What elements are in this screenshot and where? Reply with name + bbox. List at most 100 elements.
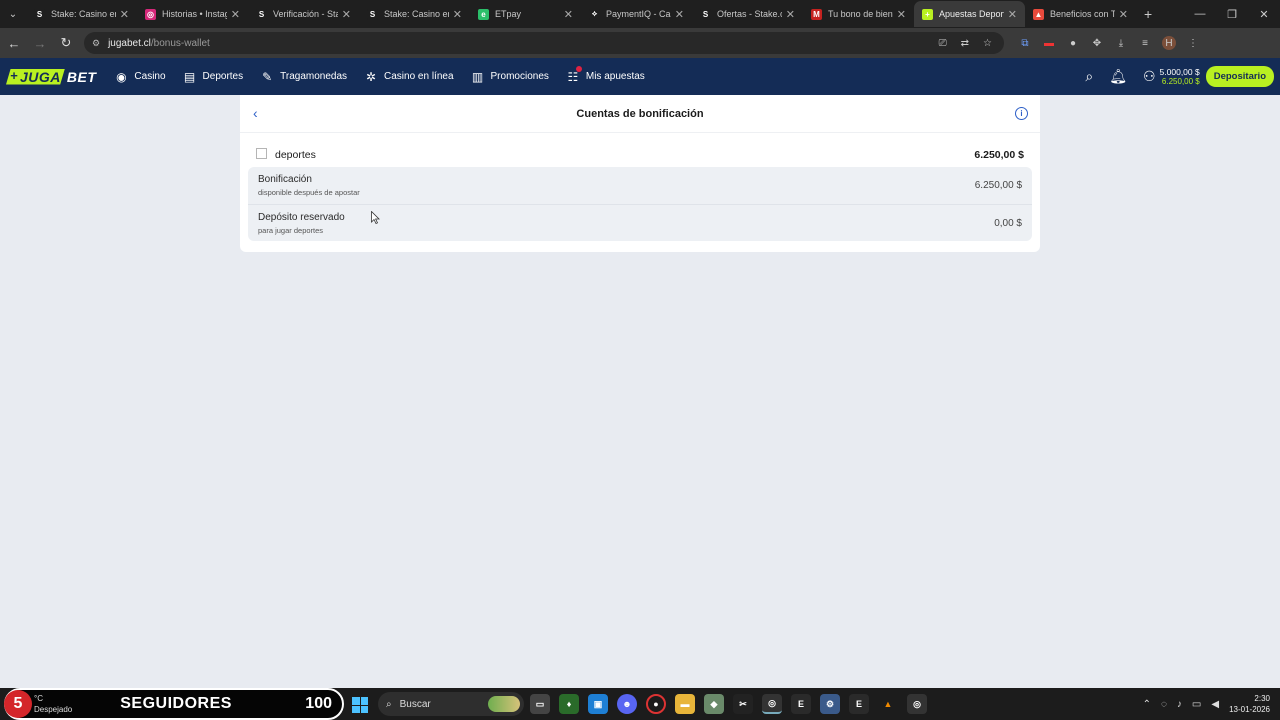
browser-tab[interactable]: ◎ Historias • Instagr ✕ xyxy=(137,1,248,27)
app-fire-icon[interactable]: ♦ xyxy=(559,694,579,714)
chrome-2-icon[interactable]: ◎ xyxy=(907,694,927,714)
wallet-row-value: 0,00 $ xyxy=(994,217,1022,229)
tab-close-icon[interactable]: ✕ xyxy=(675,8,684,21)
page-title: Cuentas de bonificación xyxy=(576,107,704,120)
media-control-icon[interactable]: ≡ xyxy=(1138,36,1152,50)
card-header: ‹ Cuentas de bonificación i xyxy=(240,95,1040,133)
wallet-row-labels: Depósito reservado para jugar deportes xyxy=(258,212,345,235)
restore-icon[interactable]: ❐ xyxy=(1216,0,1248,28)
red-extension-icon[interactable]: ▬ xyxy=(1042,36,1056,50)
tray-chevron-icon[interactable]: ⌃ xyxy=(1143,699,1151,710)
volume-icon[interactable]: ◀ xyxy=(1211,699,1219,710)
deposit-button[interactable]: Depositario xyxy=(1205,66,1274,87)
tab-title: Historias • Instagr xyxy=(162,9,227,19)
balance-main: 5.000,00 $ xyxy=(1159,67,1200,77)
browser-menu-icon[interactable]: ⋮ xyxy=(1186,36,1200,50)
minimize-icon[interactable]: — xyxy=(1184,0,1216,28)
wallet-details: Bonificación disponible después de aposta… xyxy=(248,167,1032,241)
nav-item-deportes[interactable]: ▤ Deportes xyxy=(183,70,243,84)
tab-close-icon[interactable]: ✕ xyxy=(786,8,795,21)
chrome-icon[interactable]: ◎ xyxy=(762,694,782,714)
install-app-icon[interactable]: ⎚ xyxy=(939,38,947,49)
url-path: /bonus-wallet xyxy=(150,37,210,49)
tab-close-icon[interactable]: ✕ xyxy=(1119,8,1128,21)
wallet-row-sublabel: para jugar deportes xyxy=(258,225,324,235)
logo-part-a: JUGA xyxy=(6,68,65,85)
taskbar-search[interactable]: ⌕ Buscar xyxy=(378,692,524,716)
capcut-icon[interactable]: ✂ xyxy=(733,694,753,714)
weather-widget[interactable]: °C Despejado xyxy=(34,693,72,715)
profile-avatar[interactable]: H xyxy=(1162,36,1176,50)
network-icon[interactable]: ▭ xyxy=(1192,699,1201,710)
site-info-icon[interactable]: ⚙ xyxy=(92,38,100,49)
opera-icon[interactable]: ● xyxy=(646,694,666,714)
task-view-icon[interactable]: ▭ xyxy=(530,694,550,714)
extensions-puzzle-icon[interactable]: ✥ xyxy=(1090,36,1104,50)
tab-close-icon[interactable]: ✕ xyxy=(1008,8,1017,21)
bell-icon[interactable]: 🔔︎ xyxy=(1109,68,1127,85)
back-icon[interactable]: ← xyxy=(2,36,26,51)
store-icon[interactable]: ▣ xyxy=(588,694,608,714)
bookmark-star-icon[interactable]: ☆ xyxy=(983,38,992,49)
nav-item-label: Mis apuestas xyxy=(585,71,645,82)
tab-close-icon[interactable]: ✕ xyxy=(564,8,573,21)
close-window-icon[interactable]: ✕ xyxy=(1248,0,1280,28)
nav-item-casino[interactable]: ◉ Casino xyxy=(114,70,165,84)
window-controls: — ❐ ✕ xyxy=(1184,0,1280,28)
tab-favicon-icon: ▲ xyxy=(1033,8,1044,20)
info-icon[interactable]: i xyxy=(1015,107,1028,120)
balance[interactable]: 5.000,00 $ 6.250,00 $ xyxy=(1160,67,1200,86)
browser-tab[interactable]: M Tu bono de bienv ✕ xyxy=(803,1,914,27)
settings-gear-icon[interactable]: ⚙ xyxy=(820,694,840,714)
back-arrow-icon[interactable]: ‹ xyxy=(253,105,258,121)
browser-tab[interactable]: S Ofertas - Stake.co ✕ xyxy=(692,1,803,27)
tray-app-icon[interactable]: ◌ xyxy=(1161,699,1167,710)
address-bar[interactable]: ⚙ jugabet.cl/bonus-wallet ⎚ ⇄ ☆ xyxy=(84,32,1004,54)
shield-app-icon[interactable]: ◆ xyxy=(704,694,724,714)
circle-extension-icon[interactable]: ● xyxy=(1066,36,1080,50)
translator-extension-icon[interactable]: ⧉ xyxy=(1018,36,1032,50)
tab-close-icon[interactable]: ✕ xyxy=(342,8,351,21)
tab-close-icon[interactable]: ✕ xyxy=(120,8,129,21)
tab-close-icon[interactable]: ✕ xyxy=(231,8,240,21)
nav-item-tragamonedas[interactable]: ✎ Tragamonedas xyxy=(260,70,347,84)
tab-close-icon[interactable]: ✕ xyxy=(453,8,462,21)
vlc-icon[interactable]: ▲ xyxy=(878,694,898,714)
reload-icon[interactable]: ↻ xyxy=(54,35,78,51)
tab-title: ETpay xyxy=(495,9,522,19)
download-icon[interactable]: ⤓ xyxy=(1114,36,1128,50)
search-glass-icon: ⌕ xyxy=(386,698,392,710)
user-icon[interactable]: ⚇ xyxy=(1143,68,1156,85)
browser-tab[interactable]: ▲ Beneficios con Ta ✕ xyxy=(1025,1,1136,27)
windows-start-icon[interactable] xyxy=(352,697,368,713)
nav-item-promociones[interactable]: ▥ Promociones xyxy=(471,70,549,84)
tab-favicon-icon: e xyxy=(478,8,489,20)
jugabet-logo[interactable]: JUGABET xyxy=(6,68,96,85)
browser-tab[interactable]: + Apuestas Deporti ✕ xyxy=(914,1,1025,27)
search-icon[interactable]: ⌕ xyxy=(1085,68,1093,85)
clock[interactable]: 2:30 13-01-2026 xyxy=(1229,693,1270,715)
browser-tab[interactable]: S Stake: Casino en l ✕ xyxy=(26,1,137,27)
nav-item-casino-en-línea[interactable]: ✲ Casino en línea xyxy=(364,70,454,84)
tab-search-icon[interactable]: ⌄ xyxy=(0,1,26,27)
tab-favicon-icon: ⟡ xyxy=(589,8,600,20)
microphone-icon[interactable]: ♪ xyxy=(1177,699,1182,710)
epic-games-icon[interactable]: E xyxy=(791,694,811,714)
browser-tab[interactable]: S Stake: Casino en l ✕ xyxy=(359,1,470,27)
forward-icon[interactable]: → xyxy=(28,36,52,51)
browser-tab[interactable]: S Verificación - Stak ✕ xyxy=(248,1,359,27)
casino-icon: ◉ xyxy=(116,69,127,84)
browser-tab[interactable]: e ETpay ✕ xyxy=(470,1,581,27)
followers-overlay: 5 °C Despejado SEGUIDORES 100 xyxy=(4,688,344,720)
browser-tab[interactable]: ⟡ PaymentIQ - Cash ✕ xyxy=(581,1,692,27)
live-casino-icon: ✲ xyxy=(365,69,377,84)
discord-icon[interactable]: ☻ xyxy=(617,694,637,714)
nav-item-mis-apuestas[interactable]: ☷ Mis apuestas xyxy=(566,65,645,84)
translate-icon[interactable]: ⇄ xyxy=(961,38,969,49)
epic-games-2-icon[interactable]: E xyxy=(849,694,869,714)
wallet-row-label: Depósito reservado xyxy=(258,211,345,223)
tab-close-icon[interactable]: ✕ xyxy=(897,8,906,21)
new-tab-button[interactable]: + xyxy=(1144,6,1152,22)
followers-count: 100 xyxy=(305,695,332,712)
folder-icon[interactable]: ▬ xyxy=(675,694,695,714)
